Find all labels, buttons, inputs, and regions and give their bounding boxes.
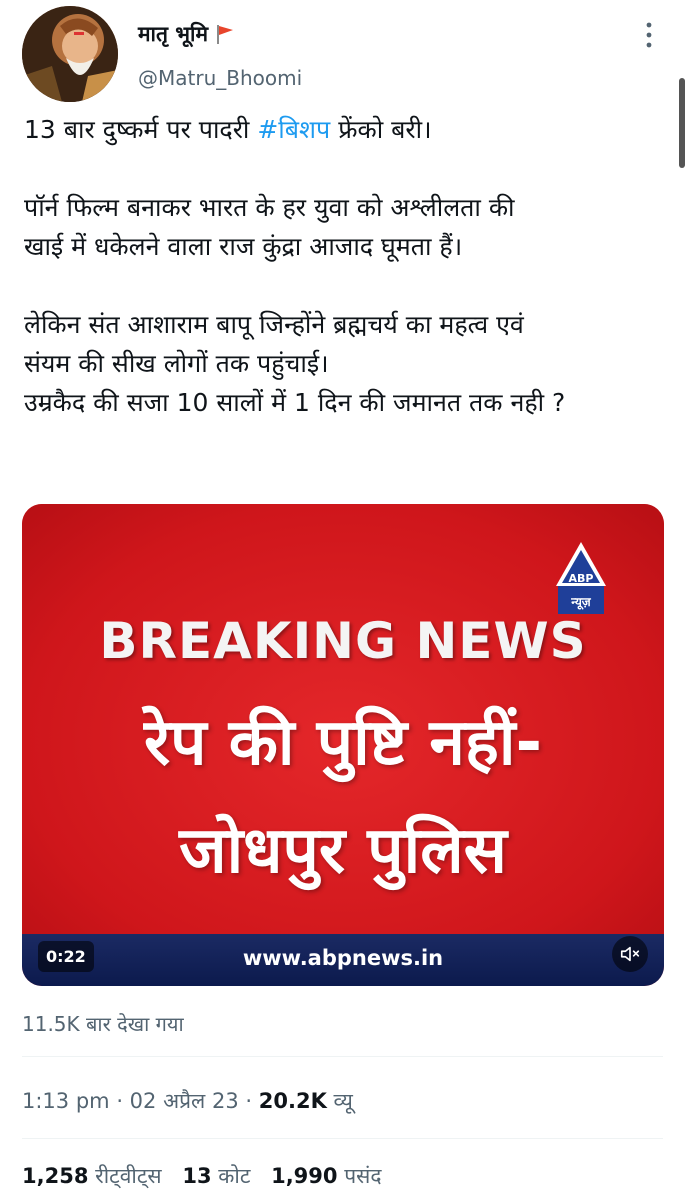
scrollbar-thumb[interactable] [679, 78, 685, 168]
speaker-muted-icon [620, 946, 640, 962]
avatar[interactable] [22, 6, 118, 102]
quotes-count: 13 [182, 1164, 212, 1188]
quotes-label: कोट [218, 1164, 251, 1188]
separator-dot: · [245, 1089, 259, 1113]
tweet-line-5: संयम की सीख लोगों तक पहुंचाई। [24, 349, 329, 378]
user-handle[interactable]: @Matru_Bhoomi [138, 66, 302, 90]
avatar-image [22, 6, 118, 102]
website-url: www.abpnews.in [242, 946, 444, 970]
divider [22, 1056, 663, 1057]
video-caption-bar: www.abpnews.in [22, 934, 664, 986]
tweet-line-1-prefix: 13 बार दुष्कर्म पर पादरी [24, 115, 258, 144]
separator-dot: · [116, 1089, 130, 1113]
more-options-icon[interactable] [643, 20, 655, 50]
headline-line-1: रेप की पुष्टि नहीं- [143, 706, 543, 780]
divider [22, 1138, 663, 1139]
tweet-line-3: खाई में धकेलने वाला राज कुंद्रा आजाद घूम… [24, 232, 463, 261]
mute-button[interactable] [612, 936, 648, 972]
views-label: व्यू [333, 1089, 353, 1113]
views-caption: 11.5K बार देखा गया [22, 1012, 184, 1036]
tweet-text: 13 बार दुष्कर्म पर पादरी #बिशप फ्रेंको ब… [24, 110, 664, 422]
tweet-line-2: पॉर्न फिल्म बनाकर भारत के हर युवा को अश्… [24, 193, 515, 222]
tweet-page: मातृ भूमि @Matru_Bhoomi 13 बार दुष्कर्म … [0, 0, 685, 1200]
tweet-metadata: 1:13 pm · 02 अप्रैल 23 · 20.2K व्यू [22, 1087, 353, 1115]
headline-line-2: जोधपुर पुलिस [179, 814, 507, 888]
flag-icon [214, 23, 236, 45]
quotes-stat[interactable]: 13 कोट [182, 1164, 250, 1188]
display-name[interactable]: मातृ भूमि [138, 20, 236, 48]
likes-label: पसंद [344, 1164, 382, 1188]
tweet-line-6: उम्रकैद की सजा 10 सालों में 1 दिन की जमा… [24, 388, 566, 417]
retweets-stat[interactable]: 1,258 रीट्वीट्स [22, 1164, 162, 1188]
abp-logo-subtext: न्यूज़ [570, 595, 592, 610]
breaking-news-title: BREAKING NEWS [99, 612, 587, 670]
tweet-line-1-suffix: फ्रेंको बरी। [330, 115, 432, 144]
retweets-label: रीट्वीट्स [95, 1164, 162, 1188]
engagement-stats: 1,258 रीट्वीट्स 13 कोट 1,990 पसंद [22, 1162, 396, 1190]
abp-logo-text: ABP [569, 572, 594, 585]
tweet-line-4: लेकिन संत आशाराम बापू जिन्होंने ब्रह्मचर… [24, 310, 524, 339]
tweet-time[interactable]: 1:13 pm [22, 1089, 110, 1113]
retweets-count: 1,258 [22, 1164, 89, 1188]
views-count: 20.2K [258, 1089, 327, 1113]
display-name-text: मातृ भूमि [138, 22, 209, 46]
hashtag-link[interactable]: #बिशप [257, 115, 330, 144]
tweet-date[interactable]: 02 अप्रैल 23 [130, 1089, 239, 1113]
tweet-line-1: 13 बार दुष्कर्म पर पादरी #बिशप फ्रेंको ब… [24, 110, 664, 149]
video-player[interactable]: ABP न्यूज़ BREAKING NEWS रेप की पुष्टि न… [22, 504, 664, 986]
likes-stat[interactable]: 1,990 पसंद [271, 1164, 381, 1188]
likes-count: 1,990 [271, 1164, 338, 1188]
abp-news-logo: ABP न्यूज़ [554, 540, 608, 620]
video-duration: 0:22 [38, 941, 94, 972]
